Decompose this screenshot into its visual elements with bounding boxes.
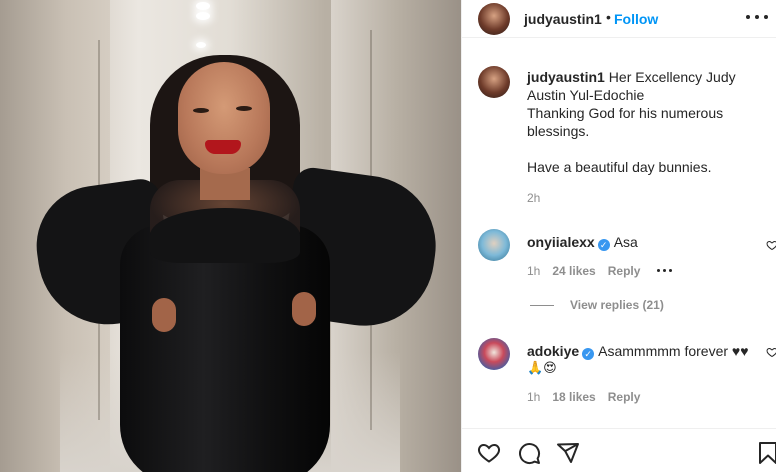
more-dot [764, 15, 768, 19]
verified-badge-icon: ✓ [597, 239, 610, 251]
caption-line-2: Thanking God for his numerous blessings. [527, 105, 724, 139]
photo-subject-face [178, 62, 270, 174]
comment-text: Asammmmm forever ♥♥ [598, 343, 749, 359]
photo-subject-eye [193, 108, 209, 113]
more-dot [663, 269, 666, 272]
more-dot [746, 15, 750, 19]
commenter-avatar[interactable] [478, 229, 510, 261]
view-replies-button[interactable]: View replies (21) [530, 298, 664, 312]
save-bookmark-icon[interactable] [756, 441, 776, 465]
comment-likes[interactable]: 24 likes [552, 264, 595, 278]
post-side-panel: judyaustin1 • Follow judyaustin1 Her Exce… [462, 0, 776, 472]
post-photo[interactable] [0, 0, 461, 472]
author-username[interactable]: judyaustin1 [524, 11, 602, 27]
photo-subject-lips [205, 140, 241, 154]
share-icon[interactable] [556, 441, 580, 465]
header-separator: • [606, 9, 611, 25]
comment-body: onyiialexx ✓ Asa [527, 233, 757, 251]
view-replies-line [530, 304, 554, 306]
comment-time[interactable]: 1h [527, 264, 540, 278]
follow-button[interactable]: Follow [614, 11, 658, 27]
comment-text-line-2: 🙏😍 [527, 361, 557, 376]
caption-author-avatar[interactable] [478, 66, 510, 98]
caption-line-3: Have a beautiful day bunnies. [527, 159, 712, 175]
photo-ceiling-light [196, 12, 210, 20]
more-dot [669, 269, 672, 272]
more-options-icon[interactable] [746, 6, 768, 28]
post-header: judyaustin1 • Follow [462, 0, 776, 38]
comment-reply-button[interactable]: Reply [608, 390, 641, 404]
photo-subject-hand [292, 292, 316, 326]
author-avatar[interactable] [478, 3, 510, 35]
post-actions-bar [462, 428, 776, 472]
comment-likes[interactable]: 18 likes [552, 390, 595, 404]
photo-ceiling-light [196, 42, 206, 48]
photo-subject-bodice [150, 208, 300, 263]
caption-timestamp[interactable]: 2h [527, 191, 540, 205]
commenter-avatar[interactable] [478, 338, 510, 370]
photo-subject-eye [236, 106, 252, 111]
view-replies-label: View replies (21) [570, 298, 664, 312]
more-dot [657, 269, 660, 272]
heart-icon[interactable] [766, 346, 776, 358]
like-heart-icon[interactable] [477, 441, 501, 465]
more-dot [755, 15, 759, 19]
comment-icon[interactable] [517, 441, 541, 465]
commenter-username[interactable]: onyiialexx [527, 234, 595, 250]
comment-meta: 1h 24 likes Reply [527, 264, 640, 278]
comment-reply-button[interactable]: Reply [608, 264, 641, 278]
photo-ceiling-light [196, 2, 210, 10]
post-caption: judyaustin1 Her Excellency Judy Austin Yu… [527, 68, 767, 176]
photo-subject-hand [152, 298, 176, 332]
comment-meta: 1h 18 likes Reply [527, 390, 640, 404]
comment-text: Asa [613, 234, 638, 250]
commenter-username[interactable]: adokiye [527, 343, 579, 359]
comment-body: adokiye ✓ Asammmmm forever ♥♥ 🙏😍 [527, 342, 757, 378]
caption-username[interactable]: judyaustin1 [527, 69, 605, 85]
heart-icon[interactable] [766, 239, 776, 251]
verified-badge-icon: ✓ [582, 348, 595, 360]
comment-time[interactable]: 1h [527, 390, 540, 404]
comment-options-icon[interactable] [657, 269, 672, 272]
